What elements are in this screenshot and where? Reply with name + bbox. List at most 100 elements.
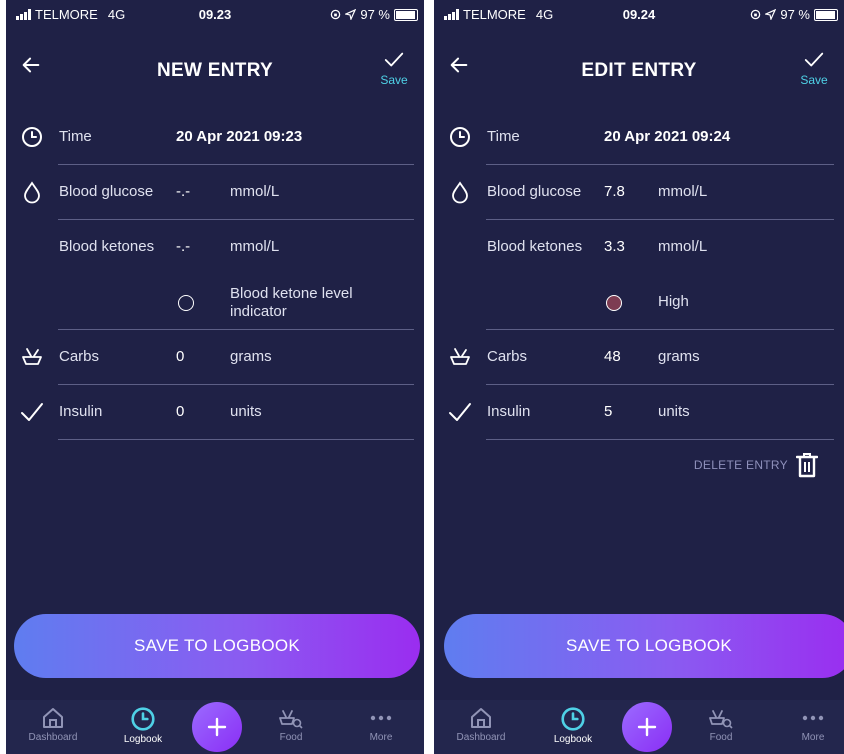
ketone-indicator-row: High (434, 275, 844, 330)
save-to-logbook-button[interactable]: SAVE TO LOGBOOK (14, 614, 420, 678)
entry-form: Time 20 Apr 2021 09:23 Blood glucose -.-… (6, 110, 424, 440)
tab-dashboard[interactable]: Dashboard (446, 706, 516, 743)
new-entry-screen: TELMORE 4G 09.23 97 % NEW ENTRY Save Tim… (6, 0, 424, 754)
more-icon (802, 715, 824, 721)
drop-icon (452, 181, 468, 204)
blood-glucose-label: Blood glucose (487, 183, 582, 200)
page-title: EDIT ENTRY (581, 60, 697, 81)
tab-label: Dashboard (28, 732, 78, 743)
tab-food[interactable]: Food (256, 706, 326, 743)
edit-entry-screen: TELMORE 4G 09.24 97 % EDIT ENTRY Save Ti… (434, 0, 844, 754)
bowl-icon (22, 348, 42, 365)
save-label: Save (380, 73, 408, 87)
time-row[interactable]: Time 20 Apr 2021 09:23 (6, 110, 424, 165)
tab-label: Logbook (123, 734, 163, 745)
battery-icon (394, 8, 418, 21)
add-entry-button[interactable] (192, 702, 242, 752)
blood-glucose-row[interactable]: Blood glucose 7.8 mmol/L (434, 165, 844, 220)
carbs-label: Carbs (487, 348, 528, 365)
delete-entry-button[interactable]: DELETE ENTRY (694, 452, 818, 478)
food-icon (279, 710, 303, 729)
delete-entry-label: DELETE ENTRY (693, 458, 788, 472)
insulin-unit: units (658, 403, 690, 420)
tab-bar: Dashboard Logbook Food More (434, 700, 844, 754)
clock-icon (131, 707, 155, 731)
blood-ketones-value[interactable]: -.- (176, 238, 190, 255)
location-icon (345, 9, 357, 20)
plus-icon (637, 717, 657, 737)
add-entry-button[interactable] (622, 702, 672, 752)
blood-ketones-label: Blood ketones (59, 238, 155, 255)
rotation-lock-icon (751, 9, 761, 20)
tab-label: Food (279, 732, 303, 743)
status-bar: TELMORE 4G 09.24 97 % (434, 0, 844, 26)
carbs-row[interactable]: Carbs 0 grams (6, 330, 424, 385)
more-icon (370, 715, 392, 721)
tab-label: Logbook (553, 734, 593, 745)
time-label: Time (487, 128, 520, 145)
blood-ketones-value[interactable]: 3.3 (604, 238, 625, 255)
blood-glucose-value[interactable]: 7.8 (604, 183, 625, 200)
blood-glucose-label: Blood glucose (59, 183, 154, 200)
checkmark-icon (449, 403, 471, 421)
save-button[interactable]: Save (794, 50, 834, 87)
tab-label: More (801, 732, 825, 743)
tab-logbook[interactable]: Logbook (108, 706, 178, 745)
clock-icon (450, 127, 470, 147)
drop-icon (24, 181, 40, 204)
carbs-row[interactable]: Carbs 48 grams (434, 330, 844, 385)
insulin-row[interactable]: Insulin 5 units (434, 385, 844, 440)
tab-label: More (369, 732, 393, 743)
time-value[interactable]: 20 Apr 2021 09:24 (604, 128, 730, 145)
carbs-label: Carbs (59, 348, 100, 365)
battery-percent: 97 % (360, 7, 390, 22)
entry-form: Time 20 Apr 2021 09:24 Blood glucose 7.8… (434, 110, 844, 440)
clock-icon (561, 707, 585, 731)
battery-percent: 97 % (780, 7, 810, 22)
header: EDIT ENTRY Save (434, 46, 844, 96)
home-icon (471, 708, 491, 728)
ketone-indicator-text: Blood ketone level indicator (230, 285, 353, 320)
checkmark-icon (804, 52, 824, 67)
blood-ketones-row[interactable]: Blood ketones -.- mmol/L (6, 220, 424, 275)
insulin-value[interactable]: 0 (176, 403, 184, 420)
save-to-logbook-button[interactable]: SAVE TO LOGBOOK (444, 614, 844, 678)
tab-logbook[interactable]: Logbook (538, 706, 608, 745)
header: NEW ENTRY Save (6, 46, 424, 96)
blood-ketones-label: Blood ketones (487, 238, 583, 255)
blood-ketones-unit: mmol/L (230, 238, 280, 255)
insulin-label: Insulin (59, 403, 103, 420)
tab-label: Dashboard (456, 732, 506, 743)
tab-dashboard[interactable]: Dashboard (18, 706, 88, 743)
battery-icon (814, 8, 838, 21)
bowl-icon (450, 348, 470, 365)
carbs-value[interactable]: 48 (604, 348, 621, 365)
blood-glucose-value[interactable]: -.- (176, 183, 190, 200)
insulin-row[interactable]: Insulin 0 units (6, 385, 424, 440)
page-title: NEW ENTRY (157, 60, 273, 81)
tab-more[interactable]: More (346, 706, 416, 743)
tab-label: Food (709, 732, 733, 743)
blood-glucose-row[interactable]: Blood glucose -.- mmol/L (6, 165, 424, 220)
checkmark-icon (384, 52, 404, 67)
home-icon (43, 708, 63, 728)
tab-food[interactable]: Food (686, 706, 756, 743)
ketone-level-indicator (178, 295, 194, 311)
time-row[interactable]: Time 20 Apr 2021 09:24 (434, 110, 844, 165)
insulin-value[interactable]: 5 (604, 403, 612, 420)
time-value[interactable]: 20 Apr 2021 09:23 (176, 128, 302, 145)
carbs-value[interactable]: 0 (176, 348, 184, 365)
tab-more[interactable]: More (778, 706, 844, 743)
time-label: Time (59, 128, 92, 145)
tab-bar: Dashboard Logbook Food More (6, 700, 424, 754)
ketone-level-indicator (606, 295, 622, 311)
blood-ketones-row[interactable]: Blood ketones 3.3 mmol/L (434, 220, 844, 275)
clock-icon (22, 127, 42, 147)
insulin-unit: units (230, 403, 262, 420)
carbs-unit: grams (230, 348, 272, 365)
rotation-lock-icon (331, 9, 341, 20)
ketone-indicator-row: Blood ketone level indicator (6, 275, 424, 330)
blood-glucose-unit: mmol/L (658, 183, 708, 200)
save-button[interactable]: Save (374, 50, 414, 87)
food-icon (709, 710, 733, 729)
